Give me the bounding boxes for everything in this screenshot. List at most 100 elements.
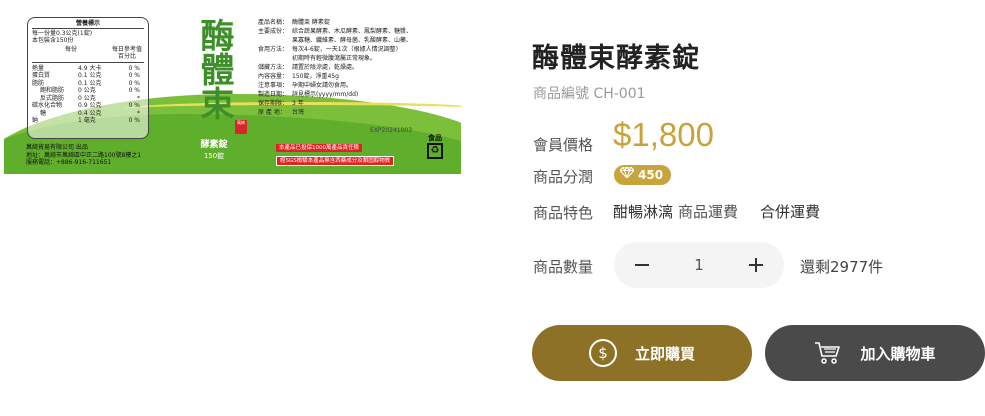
spec-key: 儲藏方法： xyxy=(258,64,289,71)
spec-value: 每次4-6錠，一天1次（根據人情況調整） xyxy=(292,46,402,53)
add-to-cart-button[interactable]: 加入購物車 xyxy=(765,325,985,381)
insurance-notice: 本產品已投保1000萬產品責任險 xyxy=(276,144,362,152)
price-label: 會員價格 xyxy=(533,136,594,154)
spec-value: 詳見標示(yyyy/mm/dd) xyxy=(292,91,359,98)
spec-key: 主要成份： xyxy=(258,28,289,35)
product-image: 營養標示 每一份量0.3公克(1錠) 本包裝含150份 每份 每日參考值百分比 … xyxy=(4,16,461,174)
nutrition-row: 飽和脂肪 0 公克 0 % xyxy=(32,87,144,95)
spec-row: 原 產 地： 台灣 xyxy=(258,108,458,117)
minus-icon xyxy=(635,264,649,266)
nutrient-value: 0.9 公克 xyxy=(78,102,102,109)
company-line: 地址：萬綺市萬綺區中正二路100號8樓之1 xyxy=(26,151,142,159)
food-label: 食品 xyxy=(428,134,442,142)
nutrient-pct: 0 % xyxy=(128,102,140,109)
feature-label: 商品特色 xyxy=(533,204,594,222)
nutrient-pct: 0 % xyxy=(128,87,140,94)
nutrition-row: 蛋白質 0.1 公克 0 % xyxy=(32,72,144,80)
diamond-icon xyxy=(619,165,635,185)
spec-row: 保存期限： 3 年 xyxy=(258,99,458,108)
shipping-value: 合併運費 xyxy=(760,203,821,221)
spec-row: 儲藏方法： 請置於陰涼處，乾燥處。 xyxy=(258,63,458,72)
spec-row: 產品名稱： 酶體束 酵素錠 xyxy=(258,18,458,27)
nutrient-name: 脂肪 xyxy=(32,79,45,87)
spec-key: 保存期限： xyxy=(258,100,289,107)
nutrition-serving: 每一份量0.3公克(1錠) xyxy=(32,29,93,37)
quantity-stepper: 1 xyxy=(614,242,784,288)
nutrition-row: 脂肪 0.1 公克 0 % xyxy=(32,80,144,88)
food-recycle-icon: 食品 ♻ xyxy=(424,134,446,159)
shipping-label: 商品運費 xyxy=(678,203,739,221)
spec-key: 內容容量： xyxy=(258,73,289,80)
points-badge: 450 xyxy=(614,165,672,185)
nutrient-value: 0 公克 xyxy=(78,94,96,102)
spec-key: 食用方法： xyxy=(258,46,289,53)
nutrition-title: 營養標示 xyxy=(32,20,144,29)
product-title: 酶體束酵素錠 xyxy=(532,43,700,74)
nutrition-rows: 熱量 4.9 大卡 0 % 蛋白質 0.1 公克 0 % 脂肪 0.1 公克 0 % 飽和脂肪 0 … xyxy=(32,65,144,125)
dollar-coin-icon: $ xyxy=(588,339,617,367)
nutrition-row: 鈉 1 毫克 0 % xyxy=(32,117,144,125)
spec-value: 3 年 xyxy=(292,100,304,107)
nutrient-name: 反式脂肪 xyxy=(40,94,65,102)
nutrient-value: 0 公克 xyxy=(78,87,96,94)
nutrient-name: 蛋白質 xyxy=(32,72,51,79)
brand-char: 酶體束 xyxy=(194,18,234,120)
sgs-notice: 經SGS檢驗本產品無含西藥成分及類固醇物質 xyxy=(276,156,395,166)
nutrition-row: 碳水化合物 0.9 公克 0 % xyxy=(32,102,144,110)
quantity-label: 商品數量 xyxy=(533,258,594,276)
spec-value: 酶體束 酵素錠 xyxy=(292,19,330,26)
cart-icon xyxy=(814,340,842,366)
nutrient-name: 糖 xyxy=(40,109,47,117)
label-product-name: 酵素錠 150錠 xyxy=(190,140,238,162)
nutrient-value: 0.1 公克 xyxy=(78,79,102,87)
spec-value: 果寡糖、纖維素、酵母菌、乳酸酵素、山藥、 xyxy=(292,37,413,44)
nutrient-value: 0.1 公克 xyxy=(78,72,102,79)
nutrition-servings: 本包裝含150份 xyxy=(32,37,74,44)
spec-row: 主要成份： 綜合蔬果酵素、木瓜酵素、鳳梨酵素、糖漿、 xyxy=(258,27,458,36)
points-label: 商品分潤 xyxy=(533,168,594,186)
buy-now-label: 立即購買 xyxy=(634,344,695,363)
spec-row: 注意事項： 孕期中婦女請勿食用。 xyxy=(258,81,458,90)
label-expiry: EXP20241003 xyxy=(370,127,413,134)
quantity-value[interactable]: 1 xyxy=(670,256,728,274)
spec-row: 製造日期： 詳見標示(yyyy/mm/dd) xyxy=(258,90,458,99)
nutrient-pct: * xyxy=(137,109,140,117)
decrease-button[interactable] xyxy=(614,242,670,288)
spec-value: 150錠，淨重45g xyxy=(292,73,339,80)
brand-calligraphy: 酶體束 xyxy=(188,18,240,120)
points-value: 450 xyxy=(638,168,664,182)
spec-key: 產品名稱： xyxy=(258,19,289,26)
nutrition-row: 糖 0.4 公克 * xyxy=(32,110,144,118)
company-line: 萬綺貿易有限公司 出品 xyxy=(26,144,88,151)
spec-key: 製造日期： xyxy=(258,91,289,98)
company-line: 服務電話：+886-916-711651 xyxy=(26,159,112,166)
buy-now-button[interactable]: $ 立即購買 xyxy=(532,325,752,381)
nutrition-header-pct: 每日參考值百分比 xyxy=(111,45,142,61)
spec-value: 初期時有輕微腹瀉屬正常現象。 xyxy=(292,55,377,62)
nutrient-pct: 0 % xyxy=(128,117,140,124)
nutrition-facts-table: 營養標示 每一份量0.3公克(1錠) 本包裝含150份 每份 每日參考值百分比 … xyxy=(27,17,149,139)
nutrient-value: 4.9 大卡 xyxy=(78,64,102,72)
label-sub-qty: 150錠 xyxy=(203,152,225,160)
spec-key: 注意事項： xyxy=(258,82,289,89)
nutrient-value: 1 毫克 xyxy=(78,117,96,124)
feature-value: 酣暢淋漓 xyxy=(613,203,674,221)
nutrient-value: 0.4 公克 xyxy=(78,109,102,117)
spec-key: 原 產 地： xyxy=(258,109,286,116)
spec-row: 食用方法： 每次4-6錠，一天1次（根據人情況調整） xyxy=(258,45,458,54)
recycle-icon: ♻ xyxy=(427,143,443,159)
nutrient-pct: 0 % xyxy=(128,64,140,72)
spec-row: 內容容量： 150錠，淨重45g xyxy=(258,72,458,81)
spec-row: 初期時有輕微腹瀉屬正常現象。 xyxy=(258,54,458,63)
company-info: 萬綺貿易有限公司 出品 地址：萬綺市萬綺區中正二路100號8樓之1 服務電話：+… xyxy=(26,144,141,167)
nutrient-name: 熱量 xyxy=(32,64,45,72)
spec-value: 綜合蔬果酵素、木瓜酵素、鳳梨酵素、糖漿、 xyxy=(292,28,413,35)
nutrient-pct: 0 % xyxy=(128,72,140,79)
nutrition-row: 熱量 4.9 大卡 0 % xyxy=(32,65,144,73)
nutrient-name: 鈉 xyxy=(32,117,39,124)
nutrient-pct: 0 % xyxy=(128,79,140,87)
nutrition-row: 反式脂肪 0 公克 * xyxy=(32,95,144,103)
nutrition-header-per: 每份 xyxy=(64,45,77,53)
increase-button[interactable] xyxy=(728,242,784,288)
add-to-cart-label: 加入購物車 xyxy=(860,344,936,363)
